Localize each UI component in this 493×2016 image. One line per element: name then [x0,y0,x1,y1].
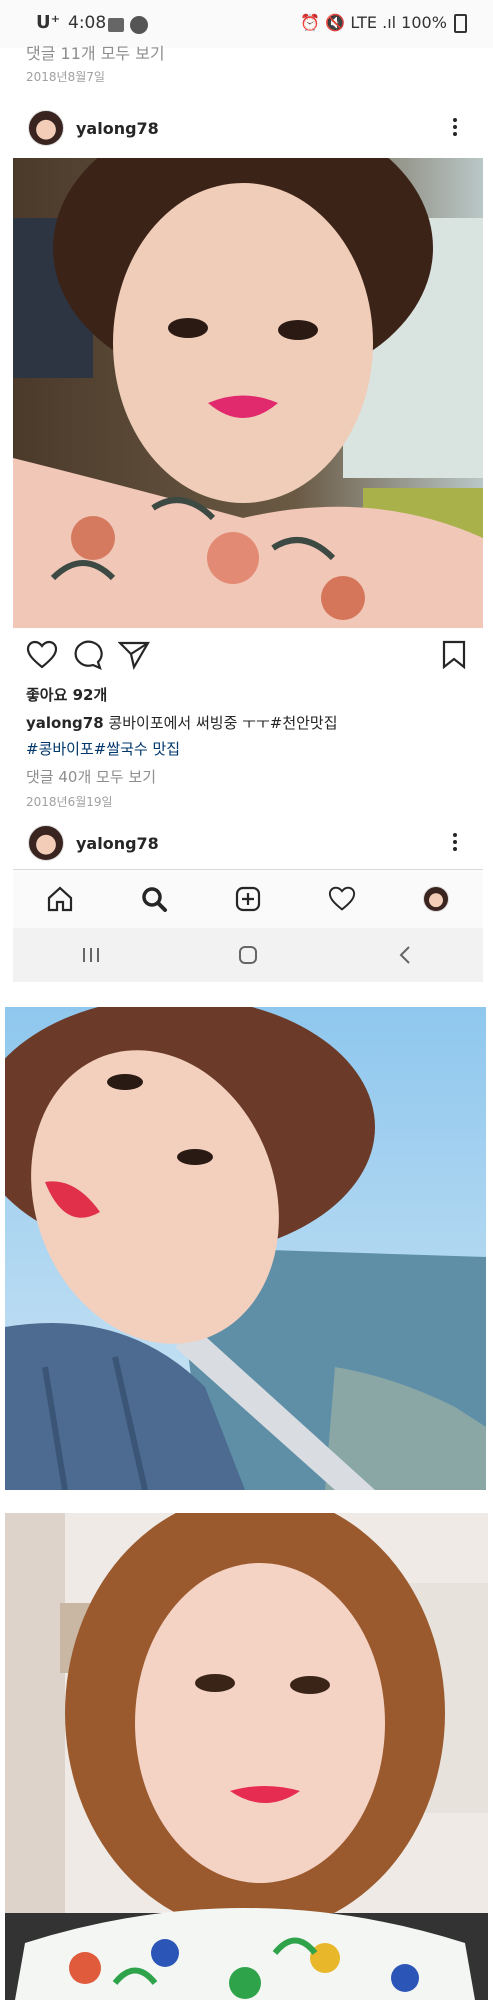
heart-icon [328,886,356,911]
tab-home[interactable] [13,870,107,928]
battery-icon [454,14,467,33]
recent-apps-icon [83,948,100,962]
previous-comments-link[interactable]: 댓글 11개 모두 보기 [26,40,165,64]
bottom-tab-bar [13,870,483,928]
android-nav-bar [13,928,483,982]
carrier-label: U⁺ [36,12,61,33]
post-username[interactable]: yalong78 [76,119,159,138]
recent-apps-button[interactable] [41,928,141,982]
share-icon[interactable] [118,640,150,670]
caption-hashtags[interactable]: #콩바이포#쌀국수 맛집 [26,738,180,759]
tab-profile[interactable] [389,870,483,928]
next-post-avatar[interactable] [28,825,64,861]
avatar[interactable] [28,110,64,146]
more-options-icon[interactable] [453,115,459,139]
search-icon [142,887,167,912]
selfie-photo-seaside [5,1007,486,1490]
caption: yalong78 콩바이포에서 써빙중 ㅜㅜ#천안맛집 [26,712,338,733]
tab-search[interactable] [107,870,201,928]
back-icon [399,946,410,964]
tab-add[interactable] [201,870,295,928]
home-button-icon [238,946,257,964]
next-more-options-icon[interactable] [453,830,459,854]
alarm-icon: ⏰ [300,13,321,32]
clock: 4:08 [68,13,107,33]
likes-count[interactable]: 좋아요 92개 [26,684,107,705]
view-comments-link[interactable]: 댓글 40개 모두 보기 [26,766,156,787]
home-button[interactable] [198,928,298,982]
next-post-username[interactable]: yalong78 [76,834,159,853]
comment-icon[interactable] [72,640,104,670]
previous-post-date: 2018년8월7일 [26,70,105,84]
bookmark-icon[interactable] [441,640,467,670]
caption-text: 콩바이포에서 써빙중 ㅜㅜ#천안맛집 [108,714,338,732]
post-photo-image [13,158,483,628]
like-heart-icon[interactable] [26,640,58,670]
status-right: ⏰ 🔇 LTE .ıl 100% [300,13,467,33]
gallery-icon [108,17,124,32]
seaside-photo-image [5,1007,486,1490]
indoor-photo-image [5,1513,488,2000]
back-button[interactable] [355,928,455,982]
add-icon [235,886,261,912]
post-photo[interactable] [13,158,483,628]
home-icon [47,886,73,912]
post-date: 2018년6월19일 [26,795,113,809]
notification-icons [108,14,148,34]
tab-activity[interactable] [295,870,389,928]
daum-app-icon [130,15,148,34]
mute-icon: 🔇 [325,13,346,32]
signal-battery-text: LTE .ıl 100% [350,13,447,32]
caption-username[interactable]: yalong78 [26,714,104,732]
selfie-photo-indoor [5,1513,488,2000]
profile-avatar [423,886,449,912]
